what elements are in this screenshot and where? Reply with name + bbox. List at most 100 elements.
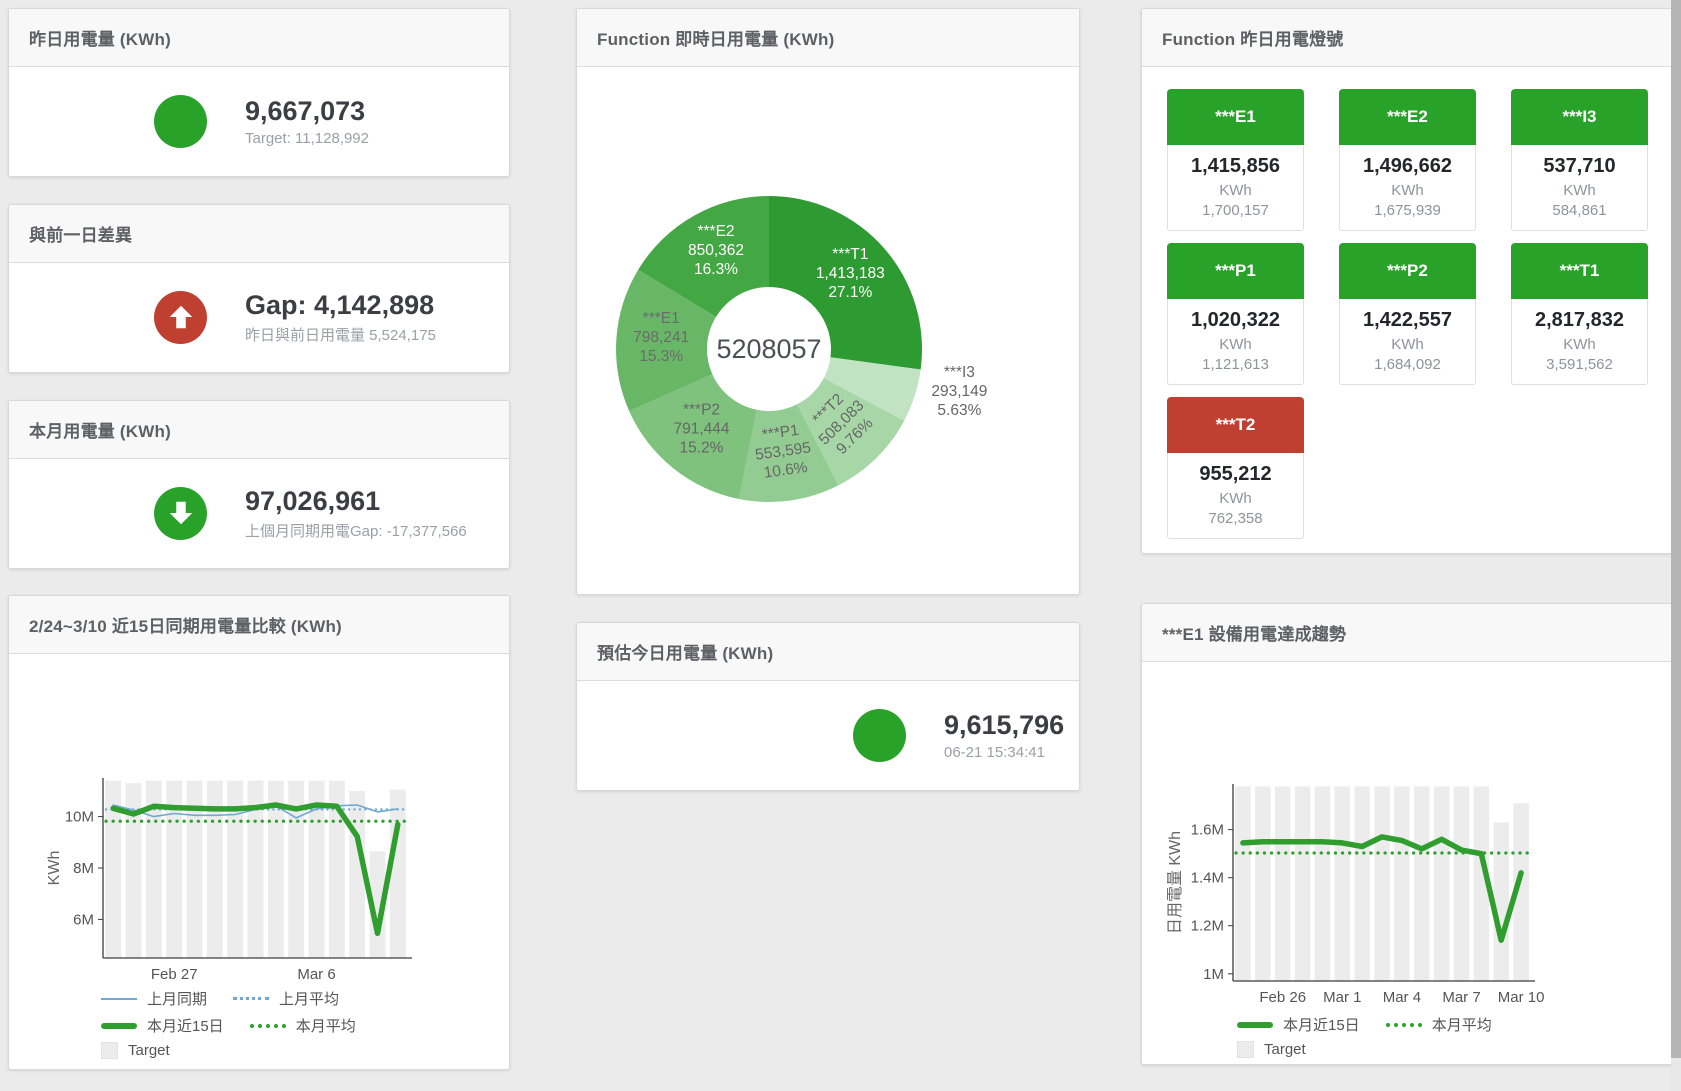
tile-unit: KWh [1514,336,1645,353]
tile-value: 2,817,832 [1514,309,1645,332]
target-bar [1315,786,1331,981]
legend-item-Target[interactable]: Target [101,1042,170,1059]
light-tile-p2: ***P21,422,557KWh1,684,092 [1339,243,1476,385]
panel-header: 本月用電量 (KWh) [9,401,509,459]
tile-header-label: ***P1 [1167,243,1304,299]
trend-chart-legend: 本月近15日 本月平均 Target [1237,1014,1492,1058]
panel-body: ***T11,413,18327.1%***I3293,1495.63%***T… [577,67,1079,593]
status-circle-icon [154,95,207,148]
legend-label: 本月近15日 [147,1015,224,1036]
legend-row: Target [101,1042,356,1059]
light-tile-i3: ***I3537,710KWh584,861 [1511,89,1648,231]
stat-subtitle: Target: 11,128,992 [245,130,369,147]
x-tick-label: Mar 1 [1323,989,1361,1006]
vertical-scrollbar[interactable] [1671,0,1681,1091]
stat-group: 9,615,796 06-21 15:34:41 [853,709,1064,762]
panel-title: 2/24~3/10 近15日同期用電量比較 (KWh) [29,612,342,637]
legend-swatch-icon [1237,1022,1273,1028]
stat-text: 97,026,961 上個月同期用電Gap: -17,377,566 [245,486,467,541]
legend-swatch-icon [1386,1023,1422,1027]
target-bar [1354,786,1370,981]
panel-header: 預估今日用電量 (KWh) [577,623,1079,681]
tile-header-label: ***P2 [1339,243,1476,299]
legend-swatch-icon [250,1024,286,1028]
status-circle-icon [853,709,906,762]
target-bar [1295,786,1311,981]
y-tick-label: 1M [1203,966,1224,983]
panel-e1-trend-chart: ***E1 設備用電達成趨勢 1M1.2M1.4M1.6MFeb 26Mar 1… [1141,603,1674,1065]
panel-body: 9,667,073 Target: 11,128,992 [9,67,509,176]
y-tick-label: 6M [73,911,94,928]
panel-title: Function 即時日用電量 (KWh) [597,25,834,50]
tile-body: 955,212KWh762,358 [1167,453,1304,539]
stat-subtitle: 上個月同期用電Gap: -17,377,566 [245,520,467,541]
legend-label: Target [1264,1041,1306,1058]
tile-header-label: ***I3 [1511,89,1648,145]
legend-item-上月平均[interactable]: 上月平均 [233,988,339,1009]
legend-swatch-icon [101,1023,137,1029]
x-tick-label: Feb 27 [151,966,198,983]
target-bar [1434,786,1450,981]
target-bar [1275,786,1291,981]
stat-subtitle: 06-21 15:34:41 [944,744,1064,761]
target-bar [1414,786,1430,981]
tile-body: 1,020,322KWh1,121,613 [1167,299,1304,385]
tile-body: 1,422,557KWh1,684,092 [1339,299,1476,385]
realtime-donut-chart: ***T11,413,18327.1%***I3293,1495.63%***T… [577,67,1077,593]
legend-label: 上月同期 [147,988,207,1009]
stat-text: 9,667,073 Target: 11,128,992 [245,96,369,147]
legend-swatch-icon [1237,1041,1254,1058]
legend-row: 本月近15日 本月平均 [1237,1014,1492,1035]
legend-item-本月平均[interactable]: 本月平均 [250,1015,356,1036]
tile-value: 1,415,856 [1170,155,1301,178]
panel-title: 預估今日用電量 (KWh) [597,639,773,664]
panel-month-usage: 本月用電量 (KWh) 97,026,961 上個月同期用電Gap: -17,3… [8,400,510,569]
dashboard-page: 昨日用電量 (KWh) 9,667,073 Target: 11,128,992… [0,0,1681,1091]
x-tick-label: Feb 26 [1259,989,1306,1006]
target-bar [1255,786,1271,981]
legend-row: 本月近15日 本月平均 [101,1015,356,1036]
light-tile-p1: ***P11,020,322KWh1,121,613 [1167,243,1304,385]
stat-value: Gap: 4,142,898 [245,290,436,321]
donut-center-total: 5208057 [716,334,821,364]
legend-item-本月近15日[interactable]: 本月近15日 [1237,1014,1360,1035]
target-bar [1235,786,1251,981]
y-tick-label: 1.4M [1191,870,1224,887]
tile-body: 1,415,856KWh1,700,157 [1167,145,1304,231]
legend-item-本月平均[interactable]: 本月平均 [1386,1014,1492,1035]
y-axis-title: KWh [46,851,63,886]
tile-unit: KWh [1342,336,1473,353]
stat-group: Gap: 4,142,898 昨日與前日用電量 5,524,175 [154,290,436,345]
stat-group: 9,667,073 Target: 11,128,992 [154,95,369,148]
panel-body: Gap: 4,142,898 昨日與前日用電量 5,524,175 [9,263,509,372]
tile-unit: KWh [1514,182,1645,199]
legend-item-上月同期[interactable]: 上月同期 [101,988,207,1009]
stat-text: Gap: 4,142,898 昨日與前日用電量 5,524,175 [245,290,436,345]
panel-body: 1M1.2M1.4M1.6MFeb 26Mar 1Mar 4Mar 7Mar 1… [1142,662,1673,1063]
tile-body: 2,817,832 KWh 3,591,562 [1511,299,1648,385]
target-bar [1394,786,1410,981]
panel-body: 97,026,961 上個月同期用電Gap: -17,377,566 [9,459,509,568]
stat-group: 97,026,961 上個月同期用電Gap: -17,377,566 [154,486,467,541]
legend-row: Target [1237,1041,1492,1058]
tile-unit: KWh [1342,182,1473,199]
y-axis-title: 日用電量 KWh [1167,831,1184,934]
legend-item-Target[interactable]: Target [1237,1041,1306,1058]
y-tick-label: 10M [65,809,94,826]
tile-target-value: 1,700,157 [1170,202,1301,219]
legend-label: 本月平均 [296,1015,356,1036]
trend-line-chart: 1M1.2M1.4M1.6MFeb 26Mar 1Mar 4Mar 7Mar 1… [1142,662,1671,1063]
tile-header-label: ***T2 [1167,397,1304,453]
legend-label: 上月平均 [279,988,339,1009]
panel-compare-chart: 2/24~3/10 近15日同期用電量比較 (KWh) 6M8M10MFeb 2… [8,595,510,1070]
tile-value: 537,710 [1514,155,1645,178]
scrollbar-thumb[interactable] [1671,0,1681,1058]
x-tick-label: Mar 10 [1498,989,1545,1006]
tile-value: 1,422,557 [1342,309,1473,332]
light-tile-e1: ***E11,415,856KWh1,700,157 [1167,89,1304,231]
legend-label: 本月近15日 [1283,1014,1360,1035]
tile-target-value: 3,591,562 [1514,356,1645,373]
x-tick-label: Mar 4 [1383,989,1421,1006]
stat-text: 9,615,796 06-21 15:34:41 [944,710,1064,761]
legend-item-本月近15日[interactable]: 本月近15日 [101,1015,224,1036]
